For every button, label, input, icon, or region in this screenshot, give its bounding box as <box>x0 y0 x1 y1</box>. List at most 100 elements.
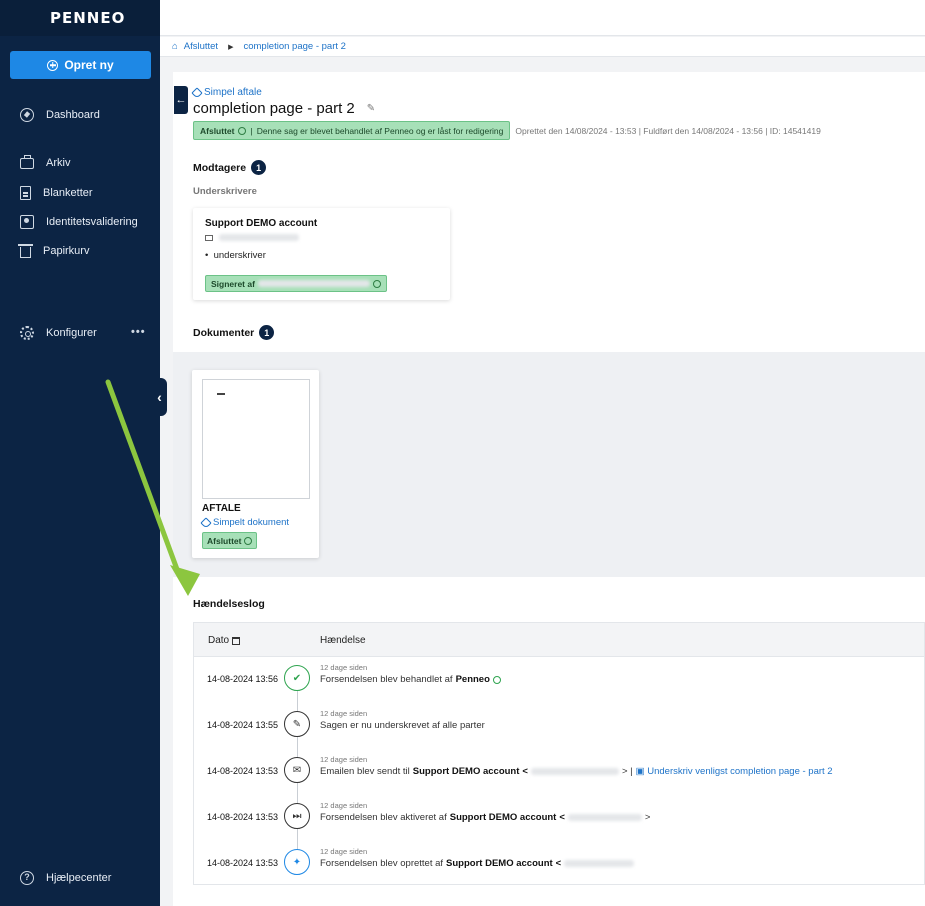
event-description: Sagen er nu underskrevet af alle parter <box>320 720 485 731</box>
check-circle-icon <box>372 279 381 288</box>
document-type-tag[interactable]: Simpelt dokument <box>200 516 290 529</box>
event-description: Forsendelsen blev behandlet af Penneo <box>320 674 501 685</box>
status-badge: Afsluttet | Denne sag er blevet behandle… <box>193 121 511 140</box>
redacted-email <box>564 860 635 867</box>
recipients-heading: Modtagere 1 <box>193 160 267 175</box>
event-description: Forsendelsen blev aktiveret af Support D… <box>320 812 651 823</box>
sidebar-item-papirkurv[interactable]: Papirkurv <box>18 244 90 258</box>
redacted-signer <box>257 280 370 287</box>
signed-badge: Signeret af <box>205 275 387 292</box>
status-message: Denne sag er blevet behandlet af Penneo … <box>256 125 504 136</box>
trash-icon <box>18 244 33 258</box>
documents-count-badge: 1 <box>259 325 275 340</box>
document-icon <box>20 186 31 200</box>
table-row: 14-08-2024 13:56 ✔ 12 dage siden Forsend… <box>193 659 925 699</box>
status-label: Afsluttet <box>200 125 235 136</box>
signed-label: Signeret af <box>211 278 255 289</box>
sidebar-item-konfigurer[interactable]: Konfigurer <box>20 326 97 340</box>
sidebar: PENNEO Opret ny Dashboard Arkiv Blankett… <box>0 0 160 906</box>
id-card-icon <box>20 215 34 229</box>
event-date: 14-08-2024 13:53 <box>207 766 279 776</box>
calendar-icon <box>232 636 241 645</box>
recipient-email <box>205 234 299 241</box>
check-circle-icon <box>244 536 253 545</box>
document-status-label: Afsluttet <box>207 535 242 546</box>
compass-icon <box>20 108 34 122</box>
sidebar-item-label: Papirkurv <box>43 245 90 257</box>
event-relative-time: 12 dage siden <box>320 801 368 810</box>
sidebar-item-arkiv[interactable]: Arkiv <box>20 155 71 169</box>
arrow-left-icon: ← <box>175 94 187 106</box>
event-date: 14-08-2024 13:55 <box>207 720 279 730</box>
more-options-icon[interactable]: ••• <box>131 326 146 338</box>
event-relative-time: 12 dage siden <box>320 663 368 672</box>
event-log-title: Hændelseslog <box>193 598 265 610</box>
case-meta: Oprettet den 14/08/2024 - 13:53 | Fuldfø… <box>515 125 821 136</box>
event-date: 14-08-2024 13:56 <box>207 674 279 684</box>
documents-heading: Dokumenter 1 <box>193 325 275 340</box>
event-relative-time: 12 dage siden <box>320 847 368 856</box>
breadcrumb-home-link[interactable]: Afsluttet <box>184 41 218 52</box>
checkmark-icon: ✔ <box>284 665 310 691</box>
date-column-header[interactable]: Dato <box>208 635 241 646</box>
sidebar-item-dashboard[interactable]: Dashboard <box>20 108 100 122</box>
recipient-name: Support DEMO account <box>205 218 318 229</box>
sidebar-item-blanketter[interactable]: Blanketter <box>20 186 93 200</box>
documents-title: Dokumenter <box>193 326 255 339</box>
case-type-label: Simpel aftale <box>204 87 262 98</box>
help-icon: ? <box>20 871 34 885</box>
sidebar-collapse-toggle[interactable]: ‹ <box>152 378 167 416</box>
recipients-count-badge: 1 <box>251 160 267 175</box>
event-column-header: Hændelse <box>320 635 366 646</box>
table-row: 14-08-2024 13:55 ✎ 12 dage siden Sagen e… <box>193 705 925 745</box>
signers-group-label: Underskrivere <box>193 186 257 197</box>
check-circle-icon <box>238 126 247 135</box>
table-row: 14-08-2024 13:53 ✉ 12 dage siden Emailen… <box>193 751 925 791</box>
envelope-icon: ✉ <box>284 757 310 783</box>
document-type-label: Simpelt dokument <box>213 517 290 528</box>
tag-icon <box>191 86 203 99</box>
sidebar-item-label: Identitetsvalidering <box>46 216 138 228</box>
briefcase-icon <box>20 155 34 169</box>
create-new-button[interactable]: Opret ny <box>10 51 151 79</box>
pen-icon: ✎ <box>284 711 310 737</box>
recipient-card[interactable]: Support DEMO account • underskriver Sign… <box>193 208 450 300</box>
sidebar-item-label: Arkiv <box>46 156 71 169</box>
breadcrumb: ⌂ Afsluttet ▶ completion page - part 2 <box>160 37 925 57</box>
sparkle-icon: ✦ <box>284 849 310 875</box>
penneo-logo[interactable]: PENNEO <box>0 0 160 36</box>
back-button[interactable]: ← <box>174 86 188 114</box>
document-name: AFTALE <box>202 503 241 514</box>
sidebar-item-identitetsvalidering[interactable]: Identitetsvalidering <box>20 215 138 229</box>
case-type-tag[interactable]: Simpel aftale <box>191 86 262 99</box>
event-log-header: Dato Hændelse <box>194 623 924 657</box>
sidebar-item-label: Dashboard <box>46 109 100 121</box>
document-card[interactable]: AFTALE Simpelt dokument Afsluttet <box>192 370 319 558</box>
event-date: 14-08-2024 13:53 <box>207 812 279 822</box>
fast-forward-icon: ⏭ <box>284 803 310 829</box>
sidebar-item-label: Blanketter <box>43 187 93 199</box>
recipient-role: • underskriver <box>205 250 266 261</box>
case-title: completion page - part 2 <box>193 100 355 117</box>
redacted-email <box>219 234 299 241</box>
event-date: 14-08-2024 13:53 <box>207 858 279 868</box>
create-new-label: Opret ny <box>64 58 114 72</box>
table-row: 14-08-2024 13:53 ⏭ 12 dage siden Forsend… <box>193 797 925 837</box>
sidebar-item-label: Hjælpecenter <box>46 872 112 884</box>
recipients-title: Modtagere <box>193 161 247 174</box>
case-status-row: Afsluttet | Denne sag er blevet behandle… <box>193 121 821 140</box>
chevron-left-icon: ‹ <box>157 389 162 405</box>
redacted-email <box>567 814 642 821</box>
plus-circle-icon <box>47 59 59 71</box>
check-circle-icon <box>492 675 501 684</box>
breadcrumb-current-link[interactable]: completion page - part 2 <box>243 41 345 52</box>
table-row: 14-08-2024 13:53 ✦ 12 dage siden Forsend… <box>193 843 925 883</box>
edit-pencil-icon[interactable]: ✎ <box>367 103 375 114</box>
document-thumbnail[interactable] <box>202 379 310 499</box>
sidebar-item-help-center[interactable]: ? Hjælpecenter <box>20 871 111 885</box>
home-icon: ⌂ <box>172 41 178 52</box>
event-log-heading: Hændelseslog <box>193 598 265 610</box>
email-link[interactable]: ▣ Underskriv venligst completion page - … <box>636 766 833 777</box>
event-relative-time: 12 dage siden <box>320 755 368 764</box>
envelope-icon <box>205 234 213 241</box>
